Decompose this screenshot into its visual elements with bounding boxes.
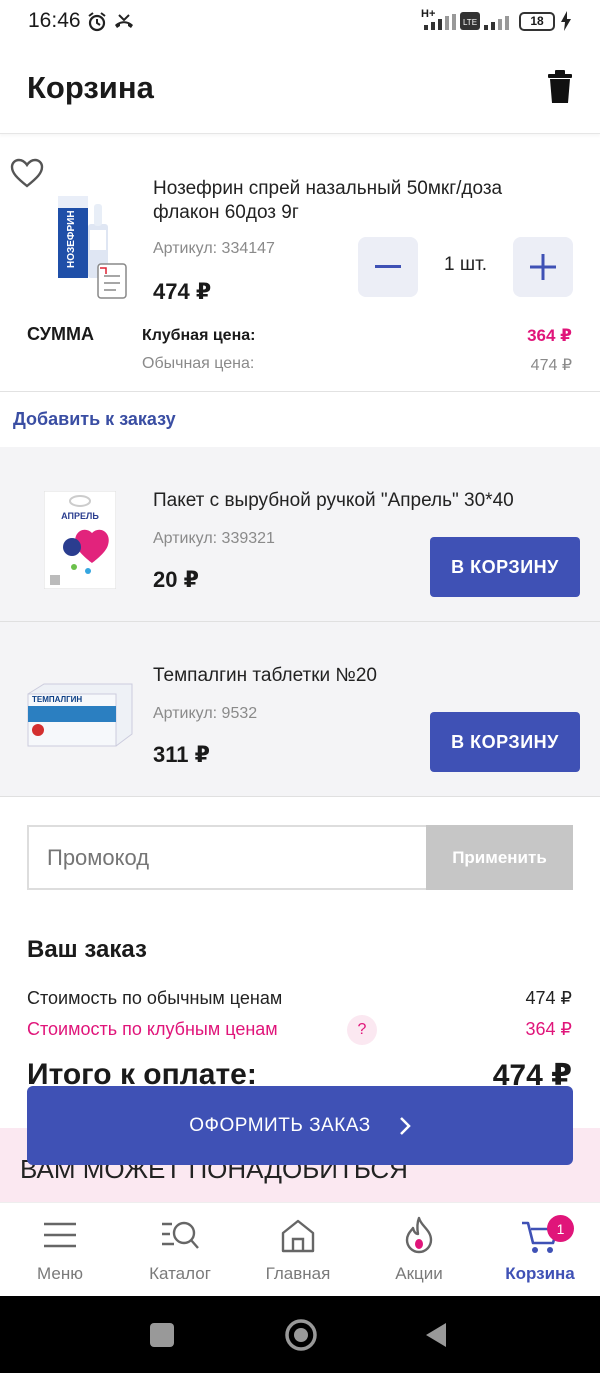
alarm-icon — [88, 12, 106, 32]
status-time: 16:46 — [28, 9, 81, 32]
add-to-order-title: Добавить к заказу — [13, 409, 176, 429]
nav-item-cart[interactable]: Корзина — [480, 1208, 600, 1288]
package-label: НОЗЕФРИН — [66, 210, 77, 268]
product-price: 474 ₽ — [153, 279, 212, 304]
checkout-button[interactable]: ОФОРМИТЬ ЗАКАЗ — [27, 1086, 573, 1165]
quantity-value: 1 шт. — [444, 254, 487, 275]
nav-label: Главная — [265, 1264, 331, 1283]
regular-price-label: Обычная цена: — [142, 355, 255, 372]
minus-icon — [375, 265, 401, 268]
signal-icon-2 — [484, 16, 509, 30]
chevron-right-icon — [399, 1116, 411, 1135]
total-label: Итого к оплате: — [27, 1058, 257, 1086]
battery-level: 18 — [530, 14, 544, 28]
menu-icon — [44, 1222, 76, 1248]
club-total-label: Стоимость по клубным ценам — [27, 1019, 278, 1039]
regular-total-value: 474 ₽ — [525, 988, 573, 1008]
suggestion-name[interactable]: Пакет с вырубной ручкой "Апрель" 30*40 — [153, 489, 563, 513]
suggestion-item: АПРЕЛЬ Пакет с вырубной ручкой "Апрель" … — [0, 447, 600, 622]
club-price-help-button[interactable]: ? — [347, 1015, 377, 1045]
volte-icon: LTE — [460, 12, 480, 30]
favorite-heart-icon[interactable] — [10, 158, 44, 188]
svg-text:LTE: LTE — [463, 18, 477, 27]
battery-icon: 18 — [519, 12, 555, 31]
status-bar: 16:46 H+ LTE 18 — [0, 0, 600, 42]
add-to-cart-button[interactable]: В КОРЗИНУ — [430, 537, 580, 597]
signal-icon — [424, 14, 456, 30]
recent-apps-button[interactable] — [150, 1323, 174, 1347]
page-title: Корзина — [27, 70, 154, 105]
product-image-bag: АПРЕЛЬ — [44, 491, 116, 589]
product-name[interactable]: Нозефрин спрей назальный 50мкг/доза флак… — [153, 177, 563, 225]
back-system-button[interactable] — [425, 1322, 447, 1348]
nav-item-home[interactable]: Главная — [238, 1208, 358, 1288]
sum-label: СУММА — [27, 324, 94, 344]
add-to-cart-button[interactable]: В КОРЗИНУ — [430, 712, 580, 772]
catalog-search-icon — [162, 1221, 199, 1249]
product-article: Артикул: 334147 — [153, 240, 275, 257]
nav-label: Акции — [395, 1264, 443, 1283]
nav-item-menu[interactable]: Меню — [0, 1208, 120, 1288]
system-navigation-bar — [0, 1296, 600, 1373]
product-image-nozefrin: НОЗЕФРИН — [58, 196, 127, 299]
app-header: Корзина — [0, 42, 600, 134]
decrease-quantity-button[interactable] — [358, 237, 418, 297]
apply-promo-button[interactable]: Применить — [426, 825, 573, 890]
nav-item-promotions[interactable]: Акции — [359, 1208, 479, 1288]
nav-label: Корзина — [505, 1264, 575, 1283]
regular-total-label: Стоимость по обычным ценам — [27, 988, 283, 1008]
increase-quantity-button[interactable] — [513, 237, 573, 297]
fire-icon — [405, 1216, 433, 1254]
club-price-value: 364 ₽ — [527, 326, 572, 345]
missed-call-icon — [115, 14, 133, 28]
checkout-button-label: ОФОРМИТЬ ЗАКАЗ — [189, 1114, 371, 1136]
promo-code-input[interactable] — [27, 825, 426, 890]
suggestion-price: 311 ₽ — [153, 742, 210, 767]
product-image-tempalgin: ТЕМПАЛГИН — [27, 683, 133, 747]
nav-item-catalog[interactable]: Каталог — [120, 1208, 240, 1288]
regular-price-value: 474 ₽ — [530, 357, 572, 374]
club-total-value: 364 ₽ — [525, 1019, 573, 1039]
plus-icon — [530, 254, 556, 280]
bag-logo-text: АПРЕЛЬ — [61, 511, 99, 521]
suggestion-name[interactable]: Темпалгин таблетки №20 — [153, 664, 563, 688]
club-price-label: Клубная цена: — [142, 327, 256, 344]
tempalgin-logo-text: ТЕМПАЛГИН — [32, 695, 82, 704]
suggestion-price: 20 ₽ — [153, 567, 199, 592]
suggestion-item: ТЕМПАЛГИН Темпалгин таблетки №20 Артикул… — [0, 622, 600, 797]
cart-count-badge: 1 — [547, 1215, 574, 1242]
nav-label: Каталог — [149, 1264, 211, 1283]
charging-icon — [561, 11, 571, 31]
suggestion-article: Артикул: 9532 — [153, 705, 258, 722]
nav-label: Меню — [37, 1264, 83, 1283]
home-system-button[interactable] — [284, 1318, 318, 1352]
total-value: 474 ₽ — [492, 1059, 572, 1086]
home-icon — [281, 1219, 315, 1253]
trash-icon[interactable] — [546, 70, 574, 104]
order-summary-title: Ваш заказ — [27, 936, 147, 963]
suggestion-article: Артикул: 339321 — [153, 530, 275, 547]
cart-item: НОЗЕФРИН Нозефрин спрей назальный 50мкг/… — [0, 134, 600, 392]
